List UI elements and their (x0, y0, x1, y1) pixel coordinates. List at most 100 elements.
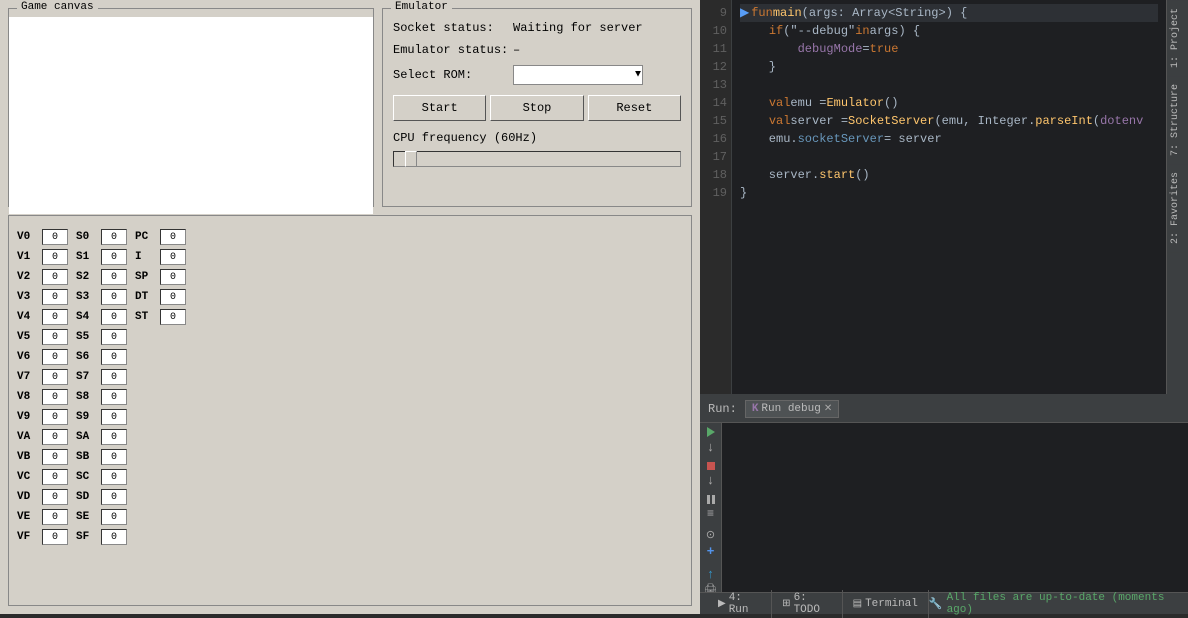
sreg-row-s7: S70 (76, 368, 127, 386)
var-value: 0 (42, 329, 68, 345)
var-value: 0 (42, 269, 68, 285)
sregs-column: S00S10S20S30S40S50S60S70S80S90SA0SB0SC0S… (76, 228, 127, 546)
sreg-value: 0 (101, 289, 127, 305)
rom-dropdown[interactable] (513, 65, 643, 85)
game-canvas (9, 17, 373, 214)
run-debug-tab[interactable]: K Run debug ✕ (745, 400, 839, 418)
var-row-vd: VD0 (17, 488, 68, 506)
ide-top: 9 10 11 12 13 14 15 16 17 18 19 ▶ fun ma… (700, 0, 1188, 394)
var-row-v7: V70 (17, 368, 68, 386)
sreg-label: S2 (76, 271, 98, 283)
sreg-label: SA (76, 431, 98, 443)
line-num: 14 (704, 94, 727, 112)
socket-status-label: Socket status: (393, 21, 513, 35)
sidebar-tab-favorites[interactable]: 2: Favorites (1167, 164, 1188, 252)
line-num: 19 (704, 184, 727, 202)
emulator-status-value: – (513, 43, 520, 57)
sreg-row-sd: SD0 (76, 488, 127, 506)
var-value: 0 (42, 429, 68, 445)
line-num: 11 (704, 40, 727, 58)
tab-terminal[interactable]: ▤ Terminal (843, 590, 929, 618)
emulator-status-row: Emulator status: – (393, 43, 681, 57)
sreg-row-se: SE0 (76, 508, 127, 526)
status-message: 🔧 All files are up-to-date (moments ago) (929, 592, 1180, 616)
var-value: 0 (42, 409, 68, 425)
var-value: 0 (42, 389, 68, 405)
sreg-label: S8 (76, 391, 98, 403)
var-row-ve: VE0 (17, 508, 68, 526)
arrow-down-step-icon: ↓ (707, 472, 714, 487)
line-num: 18 (704, 166, 727, 184)
special-regs-column: PC0I0SP0DT0ST0 (135, 228, 186, 546)
play-button[interactable] (702, 427, 720, 437)
pause-button[interactable] (702, 495, 720, 504)
sreg-label: S3 (76, 291, 98, 303)
ide-panel: 9 10 11 12 13 14 15 16 17 18 19 ▶ fun ma… (700, 0, 1188, 614)
var-value: 0 (42, 489, 68, 505)
reset-button[interactable]: Reset (588, 95, 681, 121)
pause-icon (707, 495, 715, 504)
sreg-row-sb: SB0 (76, 448, 127, 466)
sreg-label: S0 (76, 231, 98, 243)
tab-run-label: 4: Run (729, 592, 761, 616)
step-over-button[interactable]: ↓ (702, 439, 720, 454)
var-label: VC (17, 471, 39, 483)
emulator-button-row: Start Stop Reset (393, 95, 681, 121)
lines-icon: ≡ (707, 506, 714, 520)
var-value: 0 (42, 369, 68, 385)
stop-button-run[interactable] (702, 462, 720, 470)
sreg-label: S6 (76, 351, 98, 363)
stop-button[interactable]: Stop (490, 95, 583, 121)
top-section: Game canvas Emulator Socket status: Wait… (0, 0, 700, 215)
cpu-freq-slider[interactable] (393, 151, 681, 167)
sidebar-tab-structure[interactable]: 7: Structure (1167, 76, 1188, 164)
step-out-button[interactable]: ↑ (702, 566, 720, 581)
sreg-row-sf: SF0 (76, 528, 127, 546)
close-tab-icon[interactable]: ✕ (824, 403, 832, 415)
left-panel: Game canvas Emulator Socket status: Wait… (0, 0, 700, 614)
sreg-row-s1: S10 (76, 248, 127, 266)
step-into-button[interactable]: ↓ (702, 472, 720, 487)
sreg-label: S5 (76, 331, 98, 343)
status-bar: ▶ 4: Run ⊞ 6: TODO ▤ Terminal 🔧 All file… (700, 592, 1188, 614)
code-editor-area: 9 10 11 12 13 14 15 16 17 18 19 ▶ fun ma… (700, 0, 1166, 394)
var-row-va: VA0 (17, 428, 68, 446)
tab-todo[interactable]: ⊞ 6: TODO (772, 590, 842, 618)
rom-dropdown-wrapper: ▼ (513, 65, 643, 85)
sreg-value: 0 (101, 529, 127, 545)
sreg-label: S1 (76, 251, 98, 263)
add-debug-button[interactable]: + (702, 543, 720, 558)
game-canvas-legend: Game canvas (17, 1, 98, 13)
sreg-row-s5: S50 (76, 328, 127, 346)
sreg-value: 0 (101, 409, 127, 425)
run-label: Run: (708, 402, 737, 416)
var-label: V0 (17, 231, 39, 243)
var-label: VB (17, 451, 39, 463)
sreg-row-sa: SA0 (76, 428, 127, 446)
sreg-value: 0 (101, 229, 127, 245)
sidebar-tab-project[interactable]: 1: Project (1167, 0, 1188, 76)
var-row-vb: VB0 (17, 448, 68, 466)
var-label: V1 (17, 251, 39, 263)
special-row-sp: SP0 (135, 268, 186, 286)
var-value: 0 (42, 509, 68, 525)
var-row-v8: V80 (17, 388, 68, 406)
sreg-label: S9 (76, 411, 98, 423)
var-row-v5: V50 (17, 328, 68, 346)
select-rom-label: Select ROM: (393, 68, 513, 82)
tab-todo-label: 6: TODO (794, 592, 832, 616)
sreg-label: SE (76, 511, 98, 523)
sreg-label: S4 (76, 311, 98, 323)
sreg-value: 0 (101, 269, 127, 285)
step-lines-button[interactable]: ≡ (702, 506, 720, 520)
special-row-dt: DT0 (135, 288, 186, 306)
sreg-label: SD (76, 491, 98, 503)
var-label: V2 (17, 271, 39, 283)
tab-run[interactable]: ▶ 4: Run (708, 590, 772, 618)
special-row-st: ST0 (135, 308, 186, 326)
camera-button[interactable]: ⊙ (702, 528, 720, 541)
start-button[interactable]: Start (393, 95, 486, 121)
game-canvas-panel: Game canvas (8, 8, 374, 207)
special-row-i: I0 (135, 248, 186, 266)
plus-icon: + (707, 543, 715, 558)
